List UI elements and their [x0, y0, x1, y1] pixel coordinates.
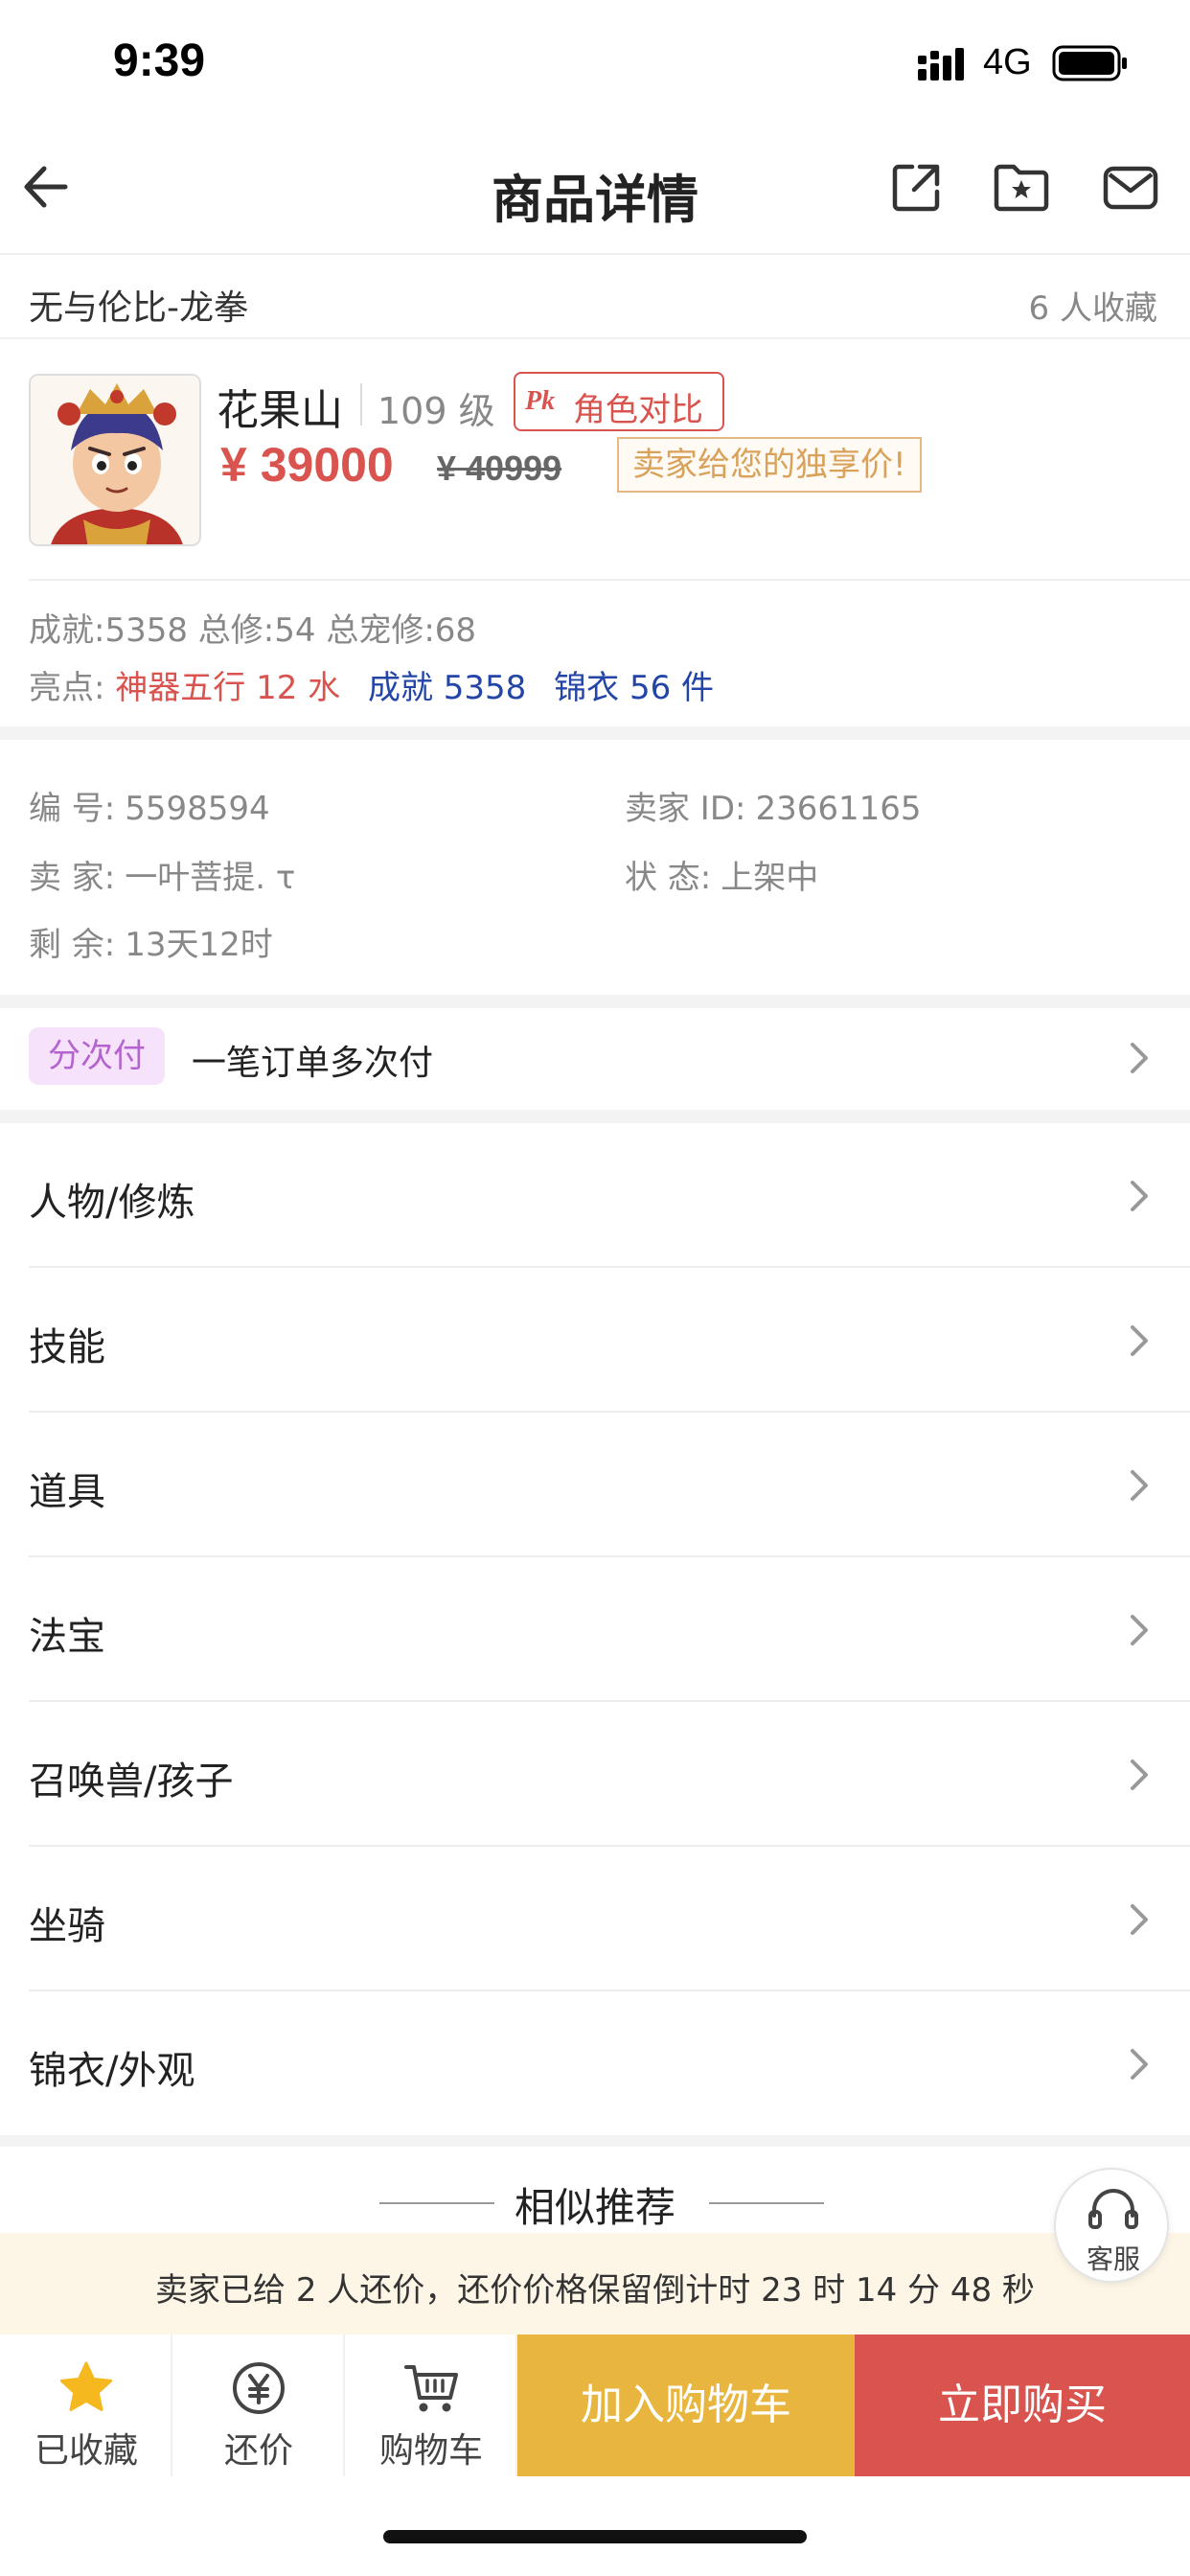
- buy-now-button[interactable]: 立即购买: [855, 2334, 1190, 2476]
- item-id: 编 号: 5598594: [29, 782, 270, 829]
- seller-id-label: 卖家 ID:: [625, 790, 746, 828]
- role-compare-label: 角色对比: [573, 391, 703, 429]
- seller-id: 卖家 ID: 23661165: [625, 782, 922, 829]
- original-price: ¥ 40999: [437, 448, 562, 488]
- exclusive-price-badge: 卖家给您的独享价!: [617, 437, 922, 493]
- star-icon: [59, 2361, 113, 2411]
- chevron-right-icon: [1131, 1615, 1148, 1645]
- favorited-button[interactable]: 已收藏: [0, 2334, 172, 2476]
- item-id-label: 编 号:: [29, 790, 116, 828]
- chevron-right-icon: [1131, 1760, 1148, 1790]
- remain-label: 剩 余:: [29, 926, 116, 964]
- status-bar: 9:39 4G: [0, 0, 1190, 125]
- chevron-right-icon: [1131, 1904, 1148, 1935]
- pk-icon: Pk: [525, 386, 556, 416]
- remain-value: 13天12时: [125, 926, 273, 964]
- yuan-coin-icon: [233, 2362, 285, 2414]
- item-title: 无与伦比-龙拳: [29, 288, 248, 328]
- time-remaining: 剩 余: 13天12时: [29, 918, 273, 965]
- role-compare-button[interactable]: Pk 角色对比: [514, 372, 724, 431]
- share-icon[interactable]: [887, 159, 945, 217]
- battery-icon: [1052, 45, 1127, 81]
- recommend-section: 相似推荐: [0, 2147, 1190, 2233]
- menu-item-label: 法宝: [29, 1615, 105, 1659]
- menu-item-label: 技能: [29, 1325, 105, 1369]
- listing-status: 状 态: 上架中: [625, 851, 818, 898]
- cart-label: 购物车: [378, 2431, 483, 2471]
- item-info: 编 号: 5598594 卖家 ID: 23661165 卖 家: 一叶菩提. τ 状…: [0, 748, 1190, 995]
- character-portrait-icon: [31, 376, 199, 544]
- menu-item-props[interactable]: 道具: [0, 1413, 1190, 1557]
- favorite-count: 6 人收藏: [1028, 289, 1157, 328]
- cart-icon: [404, 2365, 458, 2412]
- bargain-notice: 卖家已给 2 人还价，还价价格保留倒计时 23 时 14 分 48 秒: [0, 2233, 1190, 2334]
- highlight-artifact: 神器五行 12 水: [115, 669, 341, 707]
- status-time: 9:39: [113, 35, 206, 86]
- bottom-action-bar: 已收藏 还价 购物车 加入购物车 立即购买: [0, 2334, 1190, 2476]
- divider: [29, 579, 1190, 581]
- section-gap: [0, 726, 1190, 740]
- chevron-right-icon: [1131, 1043, 1148, 1073]
- menu-item-outfits[interactable]: 锦衣/外观: [0, 1991, 1190, 2136]
- highlight-outfit: 锦衣 56 件: [554, 669, 715, 707]
- customer-service-label: 客服: [1086, 2243, 1140, 2275]
- role-level: 109 级: [378, 390, 495, 432]
- item-id-value: 5598594: [125, 790, 270, 828]
- installment-row[interactable]: 分次付 一笔订单多次付: [0, 1006, 1190, 1110]
- bargain-label: 还价: [223, 2431, 293, 2471]
- role-summary: 花果山 109 级 Pk 角色对比 ¥ 39000 ¥ 40999 卖家给您的独…: [0, 341, 1190, 581]
- role-server: 花果山: [217, 386, 343, 435]
- seller-value: 一叶菩提. τ: [125, 859, 296, 897]
- menu-item-label: 召唤兽/孩子: [29, 1760, 234, 1804]
- status-value: 上架中: [721, 859, 819, 897]
- menu-item-character[interactable]: 人物/修炼: [0, 1123, 1190, 1268]
- cart-button[interactable]: 购物车: [345, 2334, 517, 2476]
- bargain-button[interactable]: 还价: [172, 2334, 345, 2476]
- highlight-achievement: 成就 5358: [367, 669, 527, 707]
- nav-bar: 商品详情: [0, 125, 1190, 255]
- message-icon[interactable]: [1102, 159, 1159, 217]
- menu-item-label: 人物/修炼: [29, 1181, 195, 1225]
- current-price: ¥ 39000: [220, 438, 394, 492]
- home-indicator[interactable]: [383, 2530, 807, 2543]
- installment-tag: 分次付: [29, 1027, 165, 1085]
- highlights-label: 亮点:: [29, 669, 105, 707]
- menu-item-label: 锦衣/外观: [29, 2049, 195, 2093]
- bargain-notice-text: 卖家已给 2 人还价，还价价格保留倒计时 23 时 14 分 48 秒: [155, 2271, 1035, 2310]
- item-header: 无与伦比-龙拳 6 人收藏: [0, 257, 1190, 339]
- menu-item-label: 坐骑: [29, 1904, 105, 1948]
- menu-item-label: 道具: [29, 1470, 105, 1514]
- chevron-right-icon: [1131, 1325, 1148, 1356]
- chevron-right-icon: [1131, 2049, 1148, 2080]
- seller: 卖 家: 一叶菩提. τ: [29, 851, 295, 898]
- favorited-label: 已收藏: [34, 2431, 138, 2471]
- seller-label: 卖 家:: [29, 859, 116, 897]
- chevron-right-icon: [1131, 1470, 1148, 1501]
- status-label: 状 态:: [625, 859, 712, 897]
- menu-item-mounts[interactable]: 坐骑: [0, 1847, 1190, 1991]
- seller-id-value: 23661165: [755, 790, 922, 828]
- role-highlights: 亮点: 神器五行 12 水 成就 5358 锦衣 56 件: [29, 661, 714, 708]
- role-avatar[interactable]: [29, 374, 201, 546]
- menu-item-skills[interactable]: 技能: [0, 1268, 1190, 1413]
- network-type: 4G: [983, 42, 1032, 82]
- separator: [360, 383, 362, 426]
- add-to-cart-button[interactable]: 加入购物车: [517, 2334, 855, 2476]
- signal-icon: [918, 48, 964, 80]
- role-stats: 成就:5358 总修:54 总宠修:68: [29, 611, 477, 650]
- menu-item-treasure[interactable]: 法宝: [0, 1557, 1190, 1702]
- section-gap: [0, 1110, 1190, 1123]
- recommend-title: 相似推荐: [514, 2184, 675, 2231]
- menu-item-summons[interactable]: 召唤兽/孩子: [0, 1702, 1190, 1847]
- installment-text: 一笔订单多次付: [192, 1044, 434, 1083]
- headset-icon: [1088, 2189, 1138, 2229]
- customer-service-button[interactable]: 客服: [1054, 2168, 1169, 2283]
- chevron-right-icon: [1131, 1181, 1148, 1211]
- favorite-folder-icon[interactable]: [993, 159, 1050, 217]
